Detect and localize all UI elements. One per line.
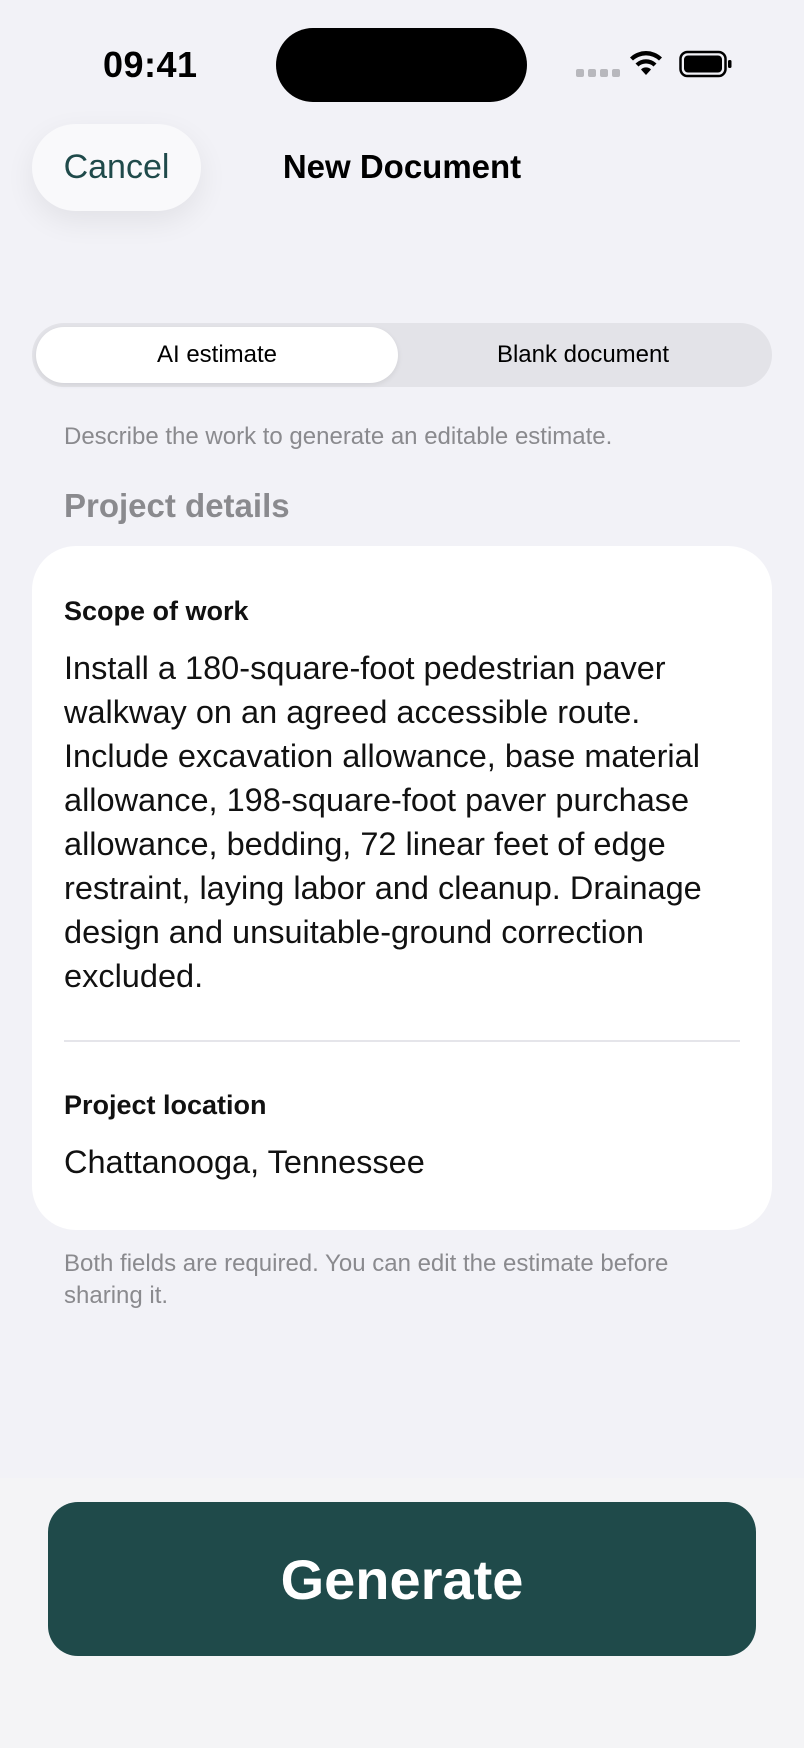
scope-of-work-field[interactable]: Install a 180-square-foot pedestrian pav… (64, 646, 744, 998)
scope-of-work-label: Scope of work (64, 596, 249, 626)
dynamic-island (276, 28, 527, 102)
wifi-icon (630, 51, 662, 75)
battery-icon (679, 50, 732, 78)
field-divider (64, 1040, 740, 1042)
segment-blank-document[interactable]: Blank document (398, 327, 768, 383)
project-details-card: Scope of work Install a 180-square-foot … (32, 546, 772, 1230)
section-header-project-details: Project details (64, 487, 290, 524)
required-fields-note: Both fields are required. You can edit t… (64, 1250, 669, 1309)
project-location-field[interactable]: Chattanooga, Tennessee (64, 1144, 425, 1181)
generate-button[interactable]: Generate (48, 1502, 756, 1656)
project-location-label: Project location (64, 1090, 267, 1120)
cancel-button[interactable]: Cancel (32, 124, 201, 211)
document-type-segmented-control: AI estimate Blank document (32, 323, 772, 387)
cellular-signal-icon (576, 69, 620, 77)
status-time: 09:41 (103, 44, 198, 85)
page-title: New Document (282, 148, 522, 185)
segment-ai-estimate[interactable]: AI estimate (36, 327, 398, 383)
new-document-screen: 09:41 Cancel New Document AI estimate Bl… (0, 0, 804, 1748)
instruction-text: Describe the work to generate an editabl… (64, 423, 613, 450)
